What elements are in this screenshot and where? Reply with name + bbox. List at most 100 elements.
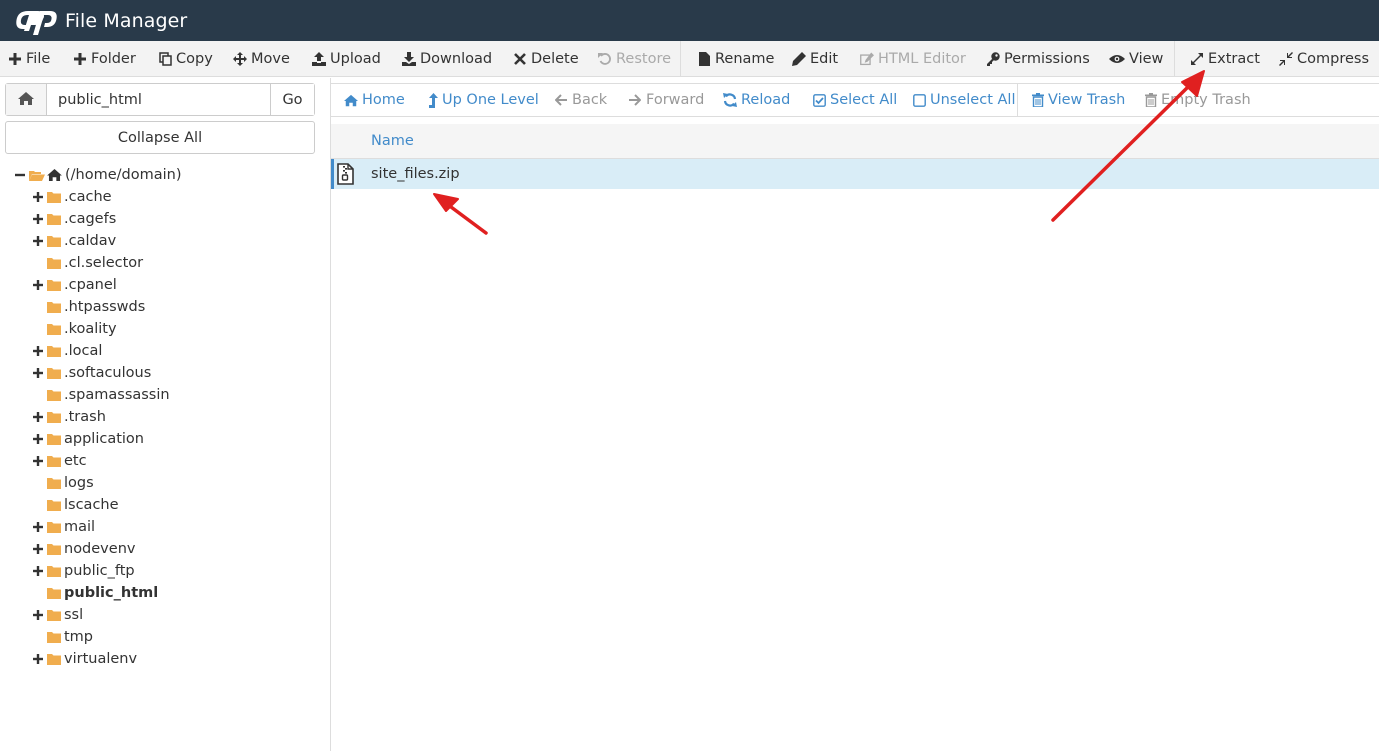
tree-item-label: application xyxy=(64,431,144,447)
expand-plus-icon[interactable] xyxy=(32,456,43,467)
tree-item-label: virtualenv xyxy=(64,651,138,667)
collapse-all-button[interactable]: Collapse All xyxy=(5,121,315,154)
tree-item[interactable]: .softaculous xyxy=(32,362,151,384)
arrow-left-icon xyxy=(554,93,568,107)
tree-item-label: .cagefs xyxy=(64,211,117,227)
tree-item[interactable]: tmp xyxy=(32,626,93,648)
tree-item[interactable]: .caldav xyxy=(32,230,116,252)
expand-plus-icon[interactable] xyxy=(32,346,43,357)
folder-icon xyxy=(47,543,61,555)
back-button[interactable]: Back xyxy=(554,84,607,116)
edit-button[interactable]: Edit xyxy=(792,41,838,76)
expand-plus-icon[interactable] xyxy=(32,280,43,291)
tree-item[interactable]: .cpanel xyxy=(32,274,117,296)
tree-item[interactable]: .spamassassin xyxy=(32,384,170,406)
compress-button[interactable]: Compress xyxy=(1279,41,1369,76)
tree-item[interactable]: .cagefs xyxy=(32,208,116,230)
collapse-minus-icon[interactable] xyxy=(14,170,25,181)
new-file-button[interactable]: File xyxy=(8,41,50,76)
checkbox-empty-icon xyxy=(912,93,926,107)
tree-item[interactable]: virtualenv xyxy=(32,648,137,670)
go-button[interactable]: Go xyxy=(270,84,314,115)
tree-item[interactable]: nodevenv xyxy=(32,538,135,560)
tree-item-label: .softaculous xyxy=(64,365,152,381)
rename-button[interactable]: Rename xyxy=(697,41,774,76)
extract-button[interactable]: Extract xyxy=(1190,41,1260,76)
table-row[interactable]: site_files.zip xyxy=(331,159,1379,189)
zip-file-icon xyxy=(337,163,354,189)
new-folder-button[interactable]: Folder xyxy=(73,41,136,76)
expand-plus-icon[interactable] xyxy=(32,434,43,445)
forward-button[interactable]: Forward xyxy=(628,84,704,116)
folder-icon xyxy=(47,389,61,401)
empty-trash-label: Empty Trash xyxy=(1161,92,1251,108)
view-trash-button[interactable]: View Trash xyxy=(1032,84,1125,116)
tree-item[interactable]: .trash xyxy=(32,406,106,428)
tree-item[interactable]: logs xyxy=(32,472,94,494)
reload-button[interactable]: Reload xyxy=(723,84,790,116)
tree-item[interactable]: application xyxy=(32,428,144,450)
tree-item[interactable]: .cl.selector xyxy=(32,252,143,274)
toolbar-divider xyxy=(1174,41,1175,76)
restore-button[interactable]: Restore xyxy=(598,41,671,76)
tree-item[interactable]: .koality xyxy=(32,318,117,340)
tree-item-label: nodevenv xyxy=(64,541,136,557)
tree-item[interactable]: .local xyxy=(32,340,102,362)
html-editor-button[interactable]: HTML Editor xyxy=(860,41,966,76)
expand-plus-icon[interactable] xyxy=(32,192,43,203)
expand-plus-icon[interactable] xyxy=(32,368,43,379)
select-all-button[interactable]: Select All xyxy=(812,84,897,116)
column-header-name[interactable]: Name xyxy=(371,124,414,158)
upload-button[interactable]: Upload xyxy=(312,41,381,76)
path-input[interactable] xyxy=(47,84,270,115)
expand-plus-icon[interactable] xyxy=(32,610,43,621)
permissions-button[interactable]: Permissions xyxy=(986,41,1090,76)
path-home-button[interactable] xyxy=(6,84,47,115)
expand-plus-icon[interactable] xyxy=(32,522,43,533)
view-button[interactable]: View xyxy=(1109,41,1163,76)
tree-item[interactable]: ssl xyxy=(32,604,83,626)
home-button[interactable]: Home xyxy=(344,84,405,116)
tree-item[interactable]: mail xyxy=(32,516,95,538)
pencil-icon xyxy=(792,51,806,66)
copy-button[interactable]: Copy xyxy=(158,41,213,76)
download-button[interactable]: Download xyxy=(402,41,492,76)
app-title: File Manager xyxy=(65,9,188,32)
expand-plus-icon[interactable] xyxy=(32,566,43,577)
file-icon xyxy=(697,51,711,66)
expand-plus-icon[interactable] xyxy=(32,412,43,423)
expand-plus-icon[interactable] xyxy=(32,214,43,225)
folder-icon xyxy=(47,367,61,379)
tree-item-label: logs xyxy=(64,475,94,491)
folder-icon xyxy=(47,477,61,489)
folder-icon xyxy=(47,631,61,643)
upload-label: Upload xyxy=(330,50,381,67)
trash-icon xyxy=(1145,93,1157,107)
tree-item-label: .cpanel xyxy=(64,277,117,293)
tree-item[interactable]: lscache xyxy=(32,494,119,516)
delete-button[interactable]: Delete xyxy=(513,41,579,76)
html-editor-label: HTML Editor xyxy=(878,50,966,67)
tree-item[interactable]: public_ftp xyxy=(32,560,135,582)
cpanel-logo-icon[interactable] xyxy=(14,6,64,36)
tree-item[interactable]: etc xyxy=(32,450,87,472)
tree-item[interactable]: .htpasswds xyxy=(32,296,145,318)
unselect-all-button[interactable]: Unselect All xyxy=(912,84,1015,116)
expand-plus-icon[interactable] xyxy=(32,544,43,555)
expand-plus-icon[interactable] xyxy=(32,654,43,665)
up-one-level-button[interactable]: Up One Level xyxy=(428,84,539,116)
edit-label: Edit xyxy=(810,50,839,67)
trash-icon xyxy=(1032,93,1044,107)
tree-item[interactable]: .cache xyxy=(32,186,112,208)
tree-item-label: public_ftp xyxy=(64,563,135,579)
navigation-bar: Home Up One Level Back Forward Reload Se… xyxy=(330,83,1379,117)
permissions-label: Permissions xyxy=(1004,50,1090,67)
tree-item[interactable]: public_html xyxy=(32,582,158,604)
expand-plus-icon[interactable] xyxy=(32,236,43,247)
tree-item[interactable]: (/home/domain) xyxy=(14,164,182,186)
empty-trash-button[interactable]: Empty Trash xyxy=(1145,84,1251,116)
move-button[interactable]: Move xyxy=(233,41,290,76)
